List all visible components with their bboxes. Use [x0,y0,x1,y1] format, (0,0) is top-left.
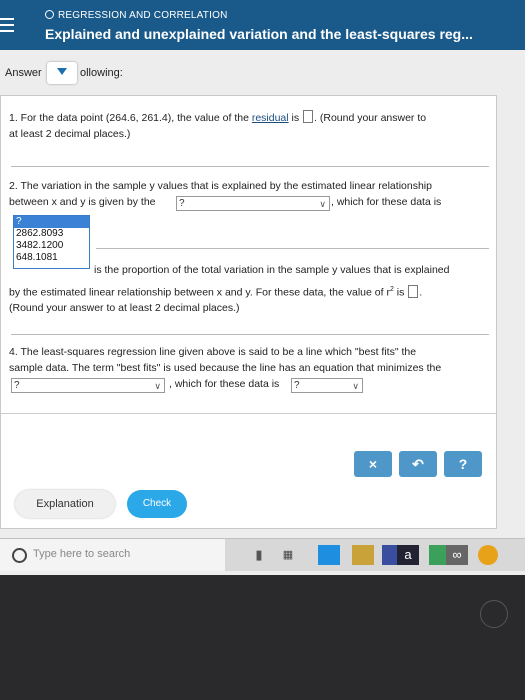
task-view-icon[interactable]: ▦ [280,545,296,565]
clear-button[interactable]: × [354,451,392,477]
edge-icon[interactable] [318,545,340,565]
divider [96,248,489,249]
explained-variation-select[interactable]: ? ∨ [176,196,330,211]
menu-icon[interactable] [0,18,14,34]
minimized-value-select[interactable]: ? ∨ [291,378,363,393]
dropdown-option-placeholder[interactable]: ? [14,216,89,228]
residual-answer-input[interactable] [303,110,314,123]
answer-instruction: ollowing: [80,67,123,79]
divider [11,166,489,167]
help-button[interactable]: ? [444,451,482,477]
question-3-line2: by the estimated linear relationship bet… [9,284,423,299]
question-4-line2: sample data. The term "best fits" is use… [9,362,442,374]
microphone-icon[interactable]: ▮ [252,545,266,565]
question-2-line2: between x and y is given by the [9,196,156,208]
answer-toolbar: × ↶ ? [354,449,484,477]
cortana-icon [12,548,27,563]
undo-button[interactable]: ↶ [399,451,437,477]
question-4: 4. The least-squares regression line giv… [9,346,417,358]
taskbar-search-input[interactable]: Type here to search [33,548,130,560]
browser-screen: REGRESSION AND CORRELATION Explained and… [0,0,525,575]
minimized-quantity-select[interactable]: ? ∨ [11,378,165,393]
dropdown-option[interactable]: 2862.8093 [14,228,89,240]
question-2-tail: , which for these data is [331,196,442,208]
check-button[interactable]: Check [127,490,187,518]
assignment-header: REGRESSION AND CORRELATION Explained and… [0,0,525,50]
amazon-icon[interactable]: a [397,545,419,565]
question-3: is the proportion of the total variation… [94,264,450,276]
tripadvisor-icon[interactable]: ∞ [446,545,468,565]
question-2: 2. The variation in the sample y values … [9,180,432,192]
question-4-tail: , which for these data is [169,378,280,390]
dropdown-option[interactable]: 3482.1200 [14,240,89,252]
page-title: Explained and unexplained variation and … [45,26,473,42]
chevron-down-icon: ∨ [319,199,326,209]
residual-link[interactable]: residual [252,112,289,124]
r-squared-answer-input[interactable] [408,284,419,298]
chrome-icon[interactable] [478,545,498,565]
topic-ring-icon [45,10,54,19]
question-3-line3: (Round your answer to at least 2 decimal… [9,302,240,314]
hp-logo [480,600,508,628]
explanation-button[interactable]: Explanation [15,490,115,518]
divider [11,334,489,335]
question-panel: 1. For the data point (264.6, 261.4), th… [0,95,497,529]
taskbar: Type here to search ▮ ▦ a ∞ [0,538,525,571]
divider [1,413,496,414]
topic-subtitle: REGRESSION AND CORRELATION [45,10,228,21]
answer-dropdown[interactable] [47,62,77,84]
caret-down-icon [57,68,67,75]
chevron-down-icon: ∨ [352,381,359,391]
taskbar-search[interactable]: Type here to search [0,539,225,571]
file-explorer-icon[interactable] [352,545,374,565]
answer-label: Answer [5,67,42,79]
answer-bar: Answer ollowing: [0,60,525,88]
dropdown-options-list: ? 2862.8093 3482.1200 648.1081 [13,215,90,269]
dropdown-option[interactable]: 648.1081 [14,252,89,264]
chevron-down-icon: ∨ [154,381,161,391]
bottom-actions: Explanation Check [0,485,525,525]
question-1: 1. For the data point (264.6, 261.4), th… [9,110,427,140]
